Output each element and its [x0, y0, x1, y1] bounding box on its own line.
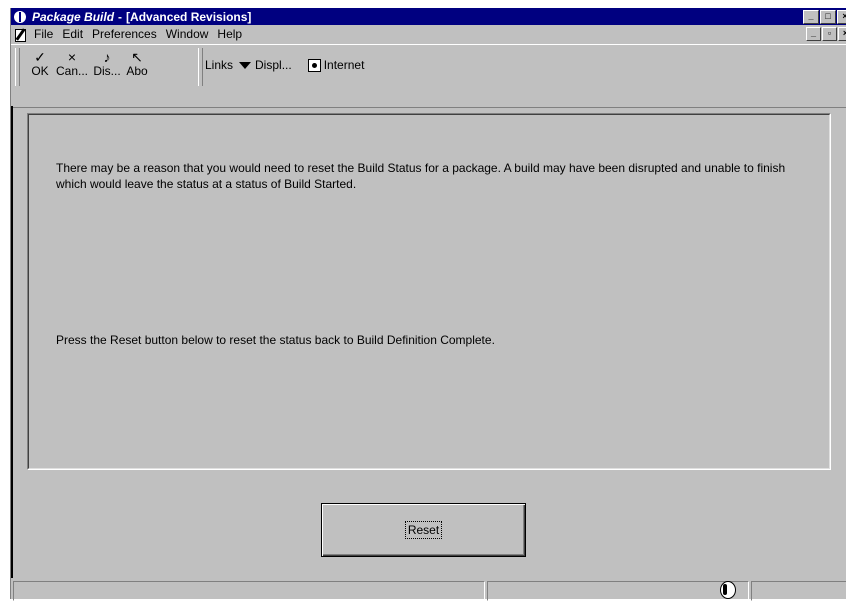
ok-button[interactable]: ✓ OK: [27, 49, 53, 78]
reset-instruction-text: Press the Reset button below to reset th…: [56, 333, 495, 347]
display-errors-button[interactable]: ♪ Dis...: [91, 49, 123, 78]
child-restore-button[interactable]: ▫: [822, 27, 837, 41]
display-label: Dis...: [93, 64, 121, 78]
toolbar-separator: [198, 48, 203, 86]
application-window: Package Build - [Advanced Revisions] _ □…: [10, 8, 846, 601]
about-label: Abo: [126, 64, 148, 78]
child-close-button[interactable]: ×: [838, 27, 846, 41]
links-group: Links Displ... Internet: [205, 58, 364, 72]
window-title-separator: -: [118, 9, 123, 24]
cancel-button[interactable]: × Can...: [55, 49, 89, 78]
reset-button[interactable]: Reset: [321, 503, 526, 557]
reset-button-label: Reset: [404, 521, 443, 539]
menu-window[interactable]: Window: [166, 27, 209, 41]
toolbar: ✓ OK × Can... ♪ Dis... ↖ Abo Links Displ…: [11, 44, 846, 108]
window-title-app: Package Build: [32, 9, 115, 24]
globe-icon: [720, 581, 736, 599]
links-menu[interactable]: Links: [205, 58, 233, 72]
toolbar-grip[interactable]: [15, 48, 20, 86]
internet-link[interactable]: Internet: [324, 58, 365, 72]
status-pane-secondary: [487, 581, 749, 601]
minimize-button[interactable]: _: [803, 10, 819, 24]
status-pane-main: [13, 581, 485, 601]
status-bar: [11, 578, 846, 601]
menu-edit[interactable]: Edit: [62, 27, 83, 41]
window-left-border: [11, 106, 13, 578]
dropdown-arrow-icon[interactable]: [239, 61, 252, 69]
child-minimize-button[interactable]: _: [806, 27, 821, 41]
about-button[interactable]: ↖ Abo: [123, 49, 151, 78]
close-button[interactable]: ×: [837, 10, 846, 24]
menu-help[interactable]: Help: [217, 27, 242, 41]
message-panel: There may be a reason that you would nee…: [27, 113, 831, 470]
internet-icon[interactable]: [307, 58, 321, 72]
status-pane-right: [751, 581, 846, 601]
checkmark-icon: ✓: [34, 49, 46, 65]
cancel-label: Can...: [55, 64, 88, 78]
document-edit-icon[interactable]: [14, 27, 28, 42]
menu-file[interactable]: File: [34, 27, 53, 41]
glasses-icon: ♪: [103, 49, 111, 65]
window-title-form: [Advanced Revisions]: [126, 9, 252, 24]
reset-reason-text: There may be a reason that you would nee…: [56, 161, 786, 191]
help-pointer-icon: ↖: [131, 49, 143, 65]
title-bar[interactable]: Package Build - [Advanced Revisions] _ □…: [11, 8, 846, 25]
cancel-x-icon: ×: [67, 49, 77, 65]
window-controls: _ □ ×: [803, 10, 846, 24]
app-globe-icon[interactable]: [14, 10, 26, 23]
menu-bar: File Edit Preferences Window Help _ ▫ ×: [11, 25, 846, 43]
child-window-controls: _ ▫ ×: [806, 27, 846, 41]
ok-label: OK: [31, 64, 49, 78]
maximize-button[interactable]: □: [820, 10, 836, 24]
menu-preferences[interactable]: Preferences: [92, 27, 157, 41]
display-menu[interactable]: Displ...: [255, 58, 292, 72]
